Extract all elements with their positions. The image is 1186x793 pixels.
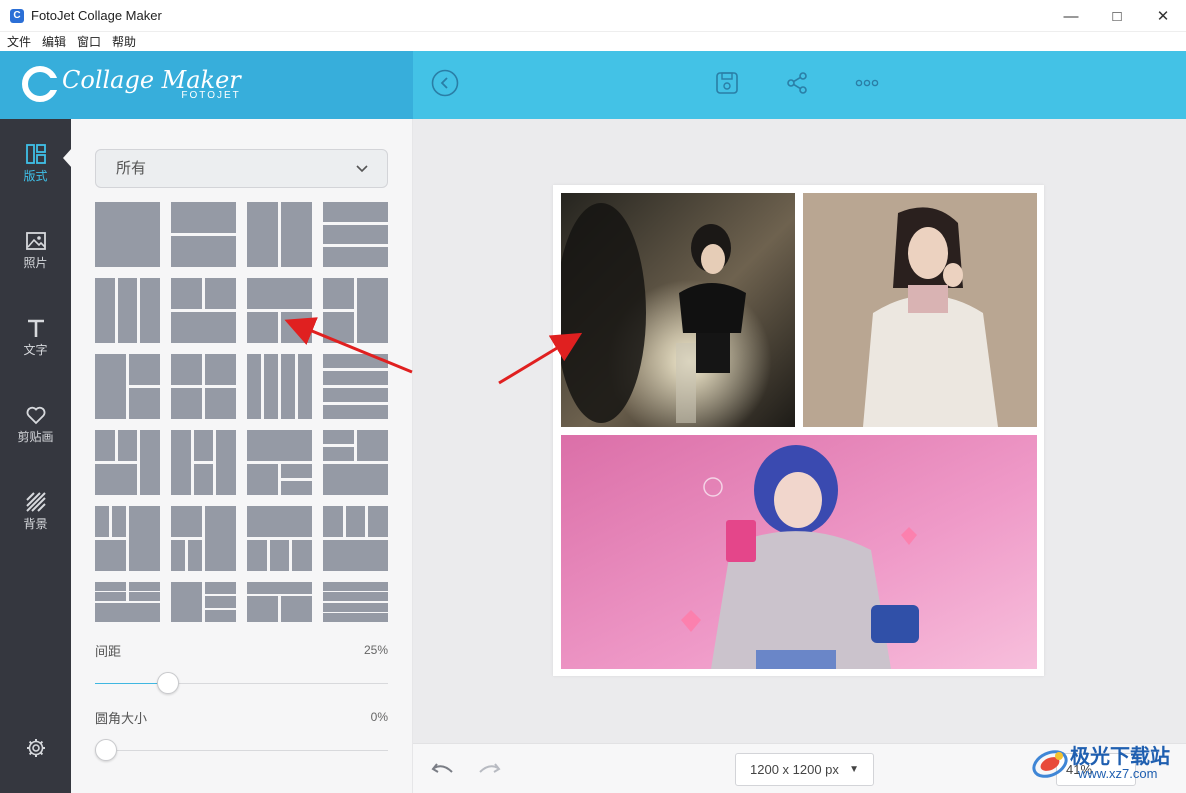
category-dropdown-value: 所有 [116, 160, 147, 177]
photo-icon [25, 232, 46, 250]
text-icon [27, 319, 44, 337]
canvas-size-value: 1200 x 1200 px [750, 762, 839, 777]
layout-template[interactable] [95, 430, 160, 495]
watermark-text: 极光下载站 [1070, 746, 1170, 768]
sidebar-item-layout[interactable]: 版式 [0, 143, 71, 184]
layout-template[interactable] [247, 582, 312, 622]
corner-radius-slider-handle[interactable] [95, 739, 117, 761]
sidebar-item-background[interactable]: 背景 [0, 491, 71, 532]
watermark-logo-icon [1032, 750, 1068, 778]
layout-template[interactable] [171, 354, 236, 419]
corner-radius-value: 0% [370, 710, 388, 724]
layout-template[interactable] [323, 430, 388, 495]
layout-template[interactable] [247, 202, 312, 267]
fotojet-logo-icon: C [10, 8, 24, 23]
title-bar: C FotoJet Collage Maker — □ ✕ [0, 0, 1186, 32]
collage-canvas[interactable] [553, 185, 1044, 676]
maximize-icon[interactable]: □ [1094, 0, 1140, 32]
layout-template[interactable] [95, 354, 160, 419]
menu-help[interactable]: 帮助 [112, 33, 136, 50]
corner-radius-label: 圆角大小 [95, 711, 148, 726]
layout-template[interactable] [95, 278, 160, 343]
photo-cell-2[interactable] [803, 193, 1037, 427]
logo-c-icon [22, 66, 60, 102]
layout-template[interactable] [323, 202, 388, 267]
layout-template[interactable] [247, 506, 312, 571]
layout-template[interactable] [171, 278, 236, 343]
layout-panel: 所有 间距 25% 圆角大小 0% [71, 119, 413, 793]
sidebar-item-label: 照片 [23, 256, 48, 270]
more-icon[interactable] [853, 69, 881, 97]
layout-template[interactable] [323, 582, 388, 622]
layout-template[interactable] [247, 278, 312, 343]
layout-template[interactable] [171, 506, 236, 571]
spacing-value: 25% [363, 643, 388, 657]
layout-template[interactable] [171, 430, 236, 495]
menu-file[interactable]: 文件 [7, 33, 31, 50]
woman-white-coat-photo [803, 193, 1037, 427]
layout-template[interactable] [247, 430, 312, 495]
share-icon[interactable] [783, 69, 811, 97]
back-circle-icon[interactable] [431, 69, 459, 97]
collage-maker-logo: Collage Maker FOTOJET [22, 66, 241, 102]
sidebar-item-clipart[interactable]: 剪贴画 [0, 404, 71, 445]
heart-icon [26, 406, 45, 425]
menu-edit[interactable]: 编辑 [42, 33, 66, 50]
site-watermark: 极光下载站 www.xz7.com [1030, 738, 1180, 788]
menu-bar: 文件 编辑 窗口 帮助 [0, 32, 1186, 51]
layout-template[interactable] [323, 506, 388, 571]
category-dropdown[interactable]: 所有 [95, 149, 388, 188]
window-title: FotoJet Collage Maker [31, 8, 162, 23]
layout-template[interactable] [171, 202, 236, 267]
background-stripes-icon [25, 492, 46, 512]
settings-button[interactable] [0, 737, 71, 761]
spacing-slider-handle[interactable] [157, 672, 179, 694]
close-icon[interactable]: ✕ [1140, 0, 1186, 32]
sidebar-item-text[interactable]: 文字 [0, 317, 71, 358]
redo-icon[interactable] [477, 759, 501, 784]
left-sidebar: 版式 照片 文字 剪贴画 背景 [0, 119, 71, 793]
layout-icon [25, 144, 46, 164]
sidebar-item-label: 版式 [23, 169, 48, 183]
save-icon[interactable] [713, 69, 741, 97]
sidebar-item-photos[interactable]: 照片 [0, 230, 71, 271]
woman-black-dress-mirror-photo [561, 193, 795, 427]
photo-cell-1[interactable] [561, 193, 795, 427]
layout-template[interactable] [323, 354, 388, 419]
canvas-size-dropdown[interactable]: 1200 x 1200 px ▼ [735, 753, 874, 786]
logo-title: Collage Maker [62, 65, 241, 94]
layout-template[interactable] [247, 354, 312, 419]
minimize-icon[interactable]: — [1048, 0, 1094, 32]
corner-radius-slider-track[interactable] [95, 750, 388, 751]
blue-hair-3d-character-photo [561, 435, 1037, 669]
undo-icon[interactable] [431, 759, 455, 784]
layout-template[interactable] [95, 582, 160, 622]
photo-cell-3[interactable] [561, 435, 1037, 669]
caret-down-icon: ▼ [849, 764, 859, 775]
gear-icon [26, 739, 45, 757]
sidebar-item-label: 背景 [23, 517, 48, 531]
layout-template[interactable] [95, 202, 160, 267]
watermark-url: www.xz7.com [1078, 766, 1158, 781]
spacing-label: 间距 [95, 644, 122, 659]
menu-window[interactable]: 窗口 [77, 33, 101, 50]
layout-template[interactable] [323, 278, 388, 343]
sidebar-item-label: 剪贴画 [17, 430, 54, 444]
sidebar-item-label: 文字 [23, 343, 48, 357]
header-brand-area: Collage Maker FOTOJET [0, 51, 413, 119]
layout-template[interactable] [95, 506, 160, 571]
layout-template[interactable] [171, 582, 236, 622]
chevron-down-icon [356, 165, 368, 173]
